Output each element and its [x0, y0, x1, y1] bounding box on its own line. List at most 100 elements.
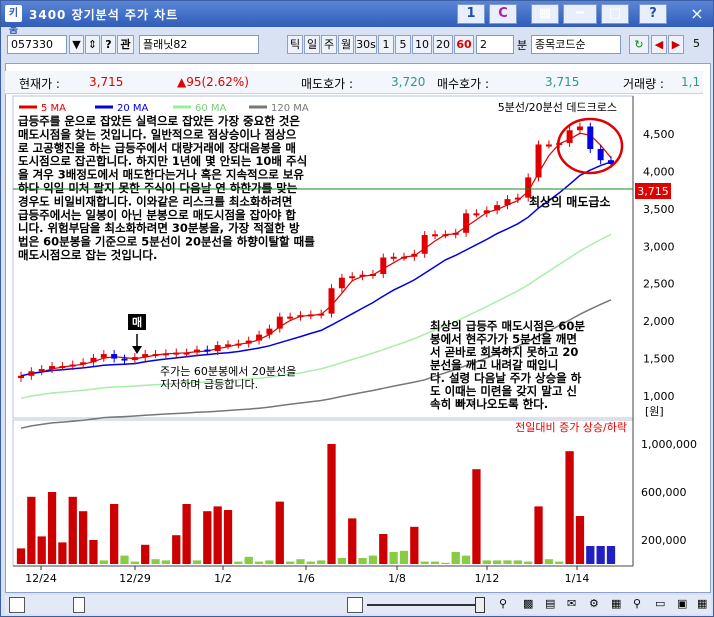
print-icon[interactable]: ▤ [545, 597, 555, 610]
period-1[interactable]: 1 [378, 35, 394, 54]
date-tick-label: 1/2 [214, 572, 232, 585]
next-icon[interactable]: ▶ [668, 35, 684, 54]
ma120-legend: 120 MA [271, 103, 309, 114]
zoom-out-icon[interactable] [347, 597, 363, 613]
volume-bar [16, 548, 26, 564]
volume-bar [296, 559, 305, 564]
candle-body [338, 277, 345, 289]
candle-body [535, 144, 542, 178]
period-month[interactable]: 월 [338, 35, 354, 54]
title-bar: 키움 3400 장기분석 주가 차트 1 C ▦ ━ □ ? × [1, 1, 713, 36]
candle-body [256, 334, 263, 341]
stock-code-input[interactable]: 057330 [7, 35, 67, 54]
volume-bar [565, 451, 574, 564]
price-axis: 4,500 4,000 3,500 3,000 2,500 2,000 1,500 1,000 [643, 128, 675, 403]
grid-icon[interactable]: ▦ [611, 597, 621, 610]
candle-body [111, 354, 118, 359]
zoom-icon[interactable]: ⚲ [633, 597, 641, 610]
zoom-handle[interactable] [475, 597, 485, 613]
sort-select[interactable]: 종목코드순 [531, 35, 621, 54]
tool-icon[interactable]: ▩ [523, 597, 533, 610]
volume-tick-label: 600,000 [641, 486, 687, 499]
period-tick[interactable]: 틱 [287, 35, 303, 54]
volume-bar [410, 526, 419, 564]
prev-icon[interactable]: ◀ [651, 35, 667, 54]
period-30s[interactable]: 30s [355, 35, 377, 54]
volume-bar [337, 558, 347, 564]
annotation-line: 경우도 비일비재합니다. 이와같은 리스크를 최소화하려면 [18, 194, 292, 208]
app-icon: 키움 [5, 5, 22, 36]
zoom-slider[interactable] [367, 604, 477, 606]
search-icon[interactable]: ⚲ [499, 597, 507, 610]
period-day[interactable]: 일 [304, 35, 320, 54]
period-5[interactable]: 5 [395, 35, 411, 54]
unit-label: 분 [517, 39, 528, 52]
pin-icon[interactable]: ━ [563, 4, 597, 24]
date-tick-label: 1/12 [475, 572, 500, 585]
date-tick-label: 1/6 [297, 572, 315, 585]
candle-body [483, 210, 490, 214]
search-button[interactable]: ? [101, 35, 116, 54]
volume-bar [306, 561, 315, 564]
current-price-label: 현재가 : [19, 77, 60, 91]
price-tick-label: 4,500 [643, 128, 675, 141]
period-20[interactable]: 20 [433, 35, 453, 54]
price-unit: [원] [645, 405, 664, 418]
date-tick-label: 1/14 [565, 572, 590, 585]
mail-icon[interactable]: ✉ [567, 597, 576, 610]
chart-window: 키움 3400 장기분석 주가 차트 1 C ▦ ━ □ ? × 057330 … [0, 0, 714, 617]
settings-icon[interactable]: ⚙ [589, 597, 599, 610]
help-icon[interactable]: ? [639, 4, 667, 24]
period-10[interactable]: 10 [412, 35, 432, 54]
volume-bar [503, 560, 512, 564]
candle-body [266, 328, 273, 335]
export-icon[interactable]: ▦ [697, 597, 707, 610]
scroll-left-icon[interactable] [9, 597, 25, 613]
volume-bar [430, 561, 440, 564]
volume-bar [586, 546, 595, 564]
scroll-thumb[interactable] [73, 597, 85, 613]
close-button[interactable]: × [685, 4, 709, 24]
period-60[interactable]: 60 [454, 35, 474, 54]
annotation-line: 급등주에서는 일봉이 아닌 분봉으로 매도시점을 잡아야 합 [18, 208, 296, 222]
watch-badge[interactable]: 관 [117, 35, 134, 54]
period-week[interactable]: 주 [321, 35, 337, 54]
volume-bar [461, 555, 471, 564]
candle-body [214, 345, 221, 352]
volume-bar [327, 444, 336, 564]
annotation-line: 급등주를 운으로 잡았든 실력으로 잡았든 가장 중요한 것은 [18, 114, 300, 128]
ask-value: 3,720 [391, 75, 426, 89]
toolbar: 057330 ▼ ⇕ ? 관 플래닛82 틱 일 주 월 30s 1 5 10 … [5, 33, 711, 57]
one-button[interactable]: 1 [457, 4, 485, 24]
annotation-line: 주가는 60분봉에서 20분선을 [160, 365, 296, 378]
candle-body [473, 213, 480, 216]
candle-body [318, 313, 325, 316]
window-title: 3400 장기분석 주가 차트 [29, 8, 179, 22]
candle-body [131, 357, 138, 361]
annotation-line: 다. 설령 다음날 주가 상승을 하 [430, 371, 582, 385]
candle-body [380, 257, 387, 274]
stepper-icon[interactable]: ⇕ [85, 35, 100, 54]
code-dropdown-icon[interactable]: ▼ [69, 35, 84, 54]
c-button[interactable]: C [489, 4, 517, 24]
price-tick-label: 3,500 [643, 203, 675, 216]
volume-bar [254, 561, 264, 564]
candle-body [545, 144, 552, 147]
candle-body [173, 352, 180, 355]
candle-body [245, 340, 252, 344]
period-custom-input[interactable]: 2 [476, 35, 514, 54]
candle-body [566, 130, 573, 143]
volume-bar [441, 562, 450, 564]
refresh-icon[interactable]: ↻ [629, 35, 649, 54]
volume-bar [555, 561, 564, 564]
window-icon[interactable]: ▣ [677, 597, 687, 610]
layout-icon[interactable]: ▦ [531, 4, 559, 24]
annotation-line: 지지하며 급등합니다. [160, 377, 258, 391]
candle-body [307, 314, 314, 317]
maximize-icon[interactable]: □ [601, 4, 629, 24]
copy-icon[interactable]: ▭ [655, 597, 665, 610]
volume-tick-label: 200,000 [641, 534, 687, 547]
volume-bar [524, 561, 533, 564]
volume-bar [182, 504, 191, 564]
price-tick-label: 4,000 [643, 165, 675, 178]
